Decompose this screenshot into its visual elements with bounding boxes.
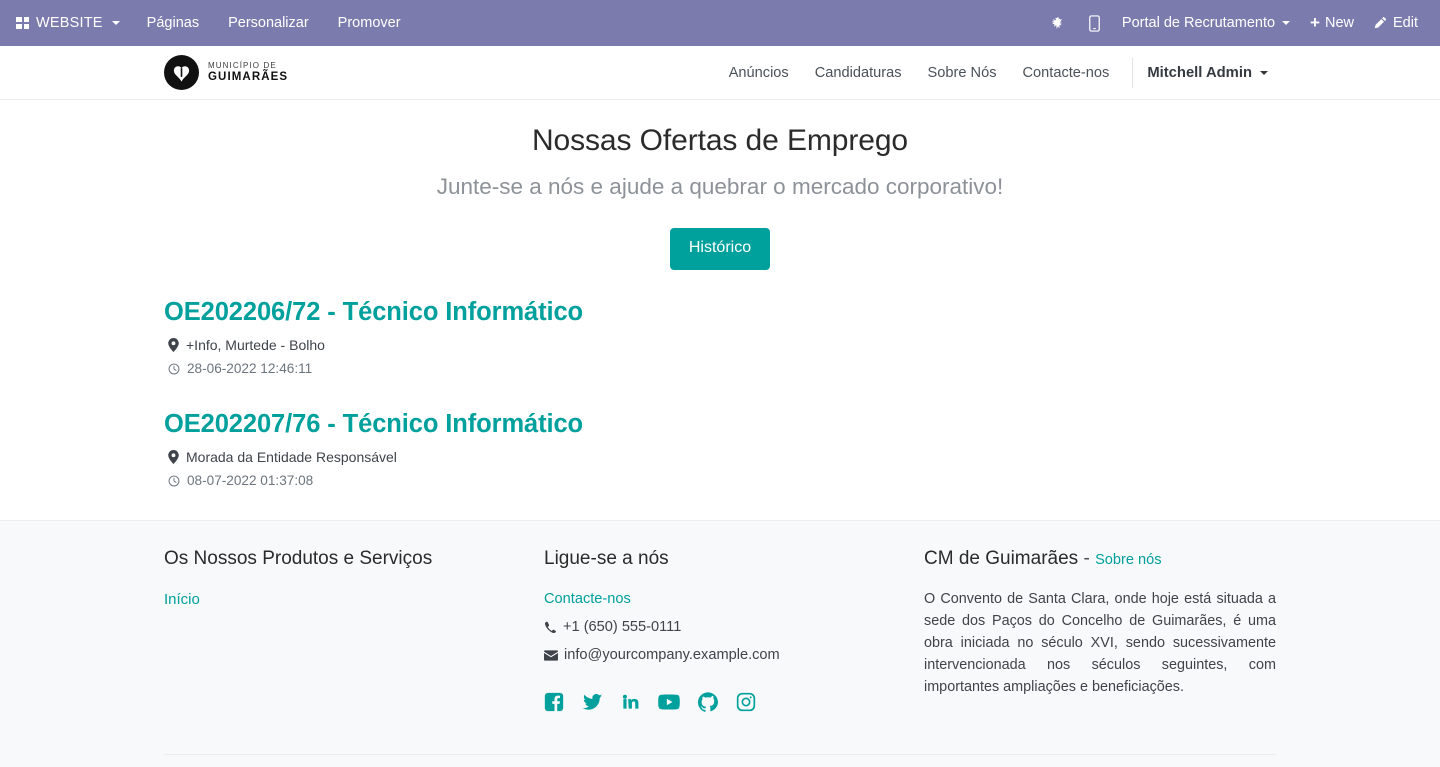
- footer-phone-text: +1 (650) 555-0111: [563, 618, 682, 635]
- systray-right-group: Portal de Recrutamento + New Edit: [1040, 9, 1428, 38]
- youtube-link[interactable]: [658, 693, 680, 711]
- job-location-text: +Info, Murtede - Bolho: [186, 336, 325, 353]
- linkedin-icon: [622, 694, 639, 709]
- job-datetime: 08-07-2022 01:37:08: [168, 471, 1276, 491]
- footer-about-dash: -: [1083, 547, 1090, 569]
- copyright-bar: Copyright © CM de Guimarães Português + …: [164, 753, 1276, 767]
- facebook-icon: [544, 692, 564, 711]
- site-footer: Os Nossos Produtos e Serviços Início Lig…: [0, 519, 1440, 767]
- debug-mode-button[interactable]: [1040, 10, 1077, 37]
- odoo-systray-bar: WEBSITE Páginas Personalizar Promover Po…: [0, 0, 1440, 46]
- nav-item-contacte-nos[interactable]: Contacte-nos: [1010, 46, 1123, 100]
- hero-section: Nossas Ofertas de Emprego Junte-se a nós…: [164, 100, 1276, 201]
- systray-menu-personalizar[interactable]: Personalizar: [218, 9, 319, 37]
- brand-wordmark: MUNICÍPIO DE GUIMARÃES: [208, 60, 289, 84]
- job-listing-item: OE202207/76 - Técnico Informático Morada…: [164, 408, 1276, 491]
- footer-about-body: O Convento de Santa Clara, onde hoje est…: [924, 591, 1276, 696]
- job-location: Morada da Entidade Responsável: [168, 447, 1276, 467]
- brand-line-1: MUNICÍPIO DE: [208, 60, 277, 70]
- systray-left-group: WEBSITE Páginas Personalizar Promover: [10, 9, 411, 37]
- nav-item-candidaturas[interactable]: Candidaturas: [802, 46, 915, 100]
- footer-heading-about: CM de Guimarães - Sobre nós: [924, 547, 1276, 572]
- page-title: Nossas Ofertas de Emprego: [531, 124, 908, 157]
- site-selector-dropdown[interactable]: Portal de Recrutamento: [1112, 9, 1300, 37]
- job-title-link[interactable]: OE202206/72 - Técnico Informático: [164, 296, 1276, 329]
- footer-about-title: CM de Guimarães: [924, 547, 1079, 569]
- job-title-link[interactable]: OE202207/76 - Técnico Informático: [164, 408, 1276, 441]
- footer-column-about: CM de Guimarães - Sobre nós O Convento d…: [924, 547, 1276, 712]
- hero-action-row: Histórico: [164, 227, 1276, 270]
- bug-icon: [1052, 16, 1062, 28]
- job-datetime-text: 08-07-2022 01:37:08: [187, 473, 314, 489]
- envelope-icon: [544, 650, 558, 661]
- apps-menu-toggle[interactable]: WEBSITE: [10, 9, 128, 37]
- nav-item-sobre-nos[interactable]: Sobre Nós: [915, 46, 1010, 100]
- main-navigation: Anúncios Candidaturas Sobre Nós Contacte…: [716, 46, 1276, 99]
- map-pin-icon: [168, 337, 179, 352]
- page-subtitle: Junte-se a nós e ajude a quebrar o merca…: [436, 173, 1004, 199]
- job-location: +Info, Murtede - Bolho: [168, 335, 1276, 355]
- job-listing-item: OE202206/72 - Técnico Informático +Info,…: [164, 296, 1276, 379]
- facebook-link[interactable]: [544, 692, 564, 712]
- job-datetime-text: 28-06-2022 12:46:11: [187, 360, 313, 376]
- clock-icon: [168, 475, 180, 487]
- instagram-link[interactable]: [736, 692, 756, 712]
- footer-link-sobre-nos[interactable]: Sobre nós: [1095, 549, 1162, 572]
- job-location-text: Morada da Entidade Responsável: [186, 448, 397, 465]
- clock-icon: [168, 363, 180, 375]
- linkedin-link[interactable]: [621, 692, 640, 711]
- footer-column-products: Os Nossos Produtos e Serviços Início: [164, 547, 544, 712]
- mobile-preview-button[interactable]: [1077, 9, 1112, 38]
- footer-heading-connect: Ligue-se a nós: [544, 547, 669, 569]
- footer-heading-products: Os Nossos Produtos e Serviços: [164, 547, 433, 569]
- footer-column-connect: Ligue-se a nós Contacte-nos +1 (650) 555…: [544, 547, 924, 712]
- footer-link-contacte-nos[interactable]: Contacte-nos: [544, 588, 631, 611]
- instagram-icon: [736, 692, 756, 711]
- chevron-down-icon: [111, 21, 120, 25]
- content-wrapper: Nossas Ofertas de Emprego Junte-se a nós…: [0, 100, 1440, 491]
- phone-icon: [544, 622, 556, 634]
- user-menu-toggle[interactable]: Mitchell Admin: [1139, 65, 1276, 81]
- footer-link-inicio[interactable]: Início: [164, 588, 200, 612]
- current-app-label: WEBSITE: [36, 15, 103, 31]
- user-menu-label: Mitchell Admin: [1147, 64, 1252, 81]
- nav-item-anuncios[interactable]: Anúncios: [716, 46, 802, 100]
- site-selector-label: Portal de Recrutamento: [1121, 15, 1276, 31]
- github-link[interactable]: [698, 692, 718, 712]
- nav-divider: [1132, 57, 1134, 88]
- historico-button[interactable]: Histórico: [669, 227, 771, 270]
- job-listings: OE202206/72 - Técnico Informático +Info,…: [164, 296, 1276, 491]
- chevron-down-icon: [1282, 21, 1291, 25]
- edit-button[interactable]: Edit: [1364, 9, 1428, 37]
- youtube-icon: [658, 694, 680, 710]
- mobile-preview-icon: [1089, 14, 1100, 32]
- footer-columns: Os Nossos Produtos e Serviços Início Lig…: [164, 547, 1276, 712]
- twitter-link[interactable]: [582, 692, 603, 712]
- footer-email[interactable]: info@yourcompany.example.com: [544, 645, 902, 667]
- social-links: [544, 692, 902, 712]
- site-logo[interactable]: MUNICÍPIO DE GUIMARÃES: [164, 55, 288, 90]
- github-icon: [698, 692, 718, 712]
- map-pin-icon: [168, 449, 179, 464]
- plus-icon: +: [1310, 12, 1320, 32]
- twitter-icon: [582, 693, 603, 710]
- footer-email-text: info@yourcompany.example.com: [564, 646, 780, 663]
- apps-grid-icon: [16, 17, 29, 29]
- new-button-label: New: [1324, 15, 1354, 31]
- pencil-icon: [1374, 17, 1387, 29]
- job-datetime: 28-06-2022 12:46:11: [168, 359, 1276, 379]
- footer-phone[interactable]: +1 (650) 555-0111: [544, 617, 902, 639]
- new-button[interactable]: + New: [1300, 9, 1364, 38]
- systray-menu-promover[interactable]: Promover: [328, 9, 411, 37]
- brand-line-2: GUIMARÃES: [208, 71, 289, 84]
- municipio-heart-logo-icon: [164, 55, 199, 90]
- systray-menu-paginas[interactable]: Páginas: [137, 9, 209, 37]
- page-main: Nossas Ofertas de Emprego Junte-se a nós…: [0, 100, 1440, 767]
- website-header: MUNICÍPIO DE GUIMARÃES Anúncios Candidat…: [0, 46, 1440, 100]
- edit-button-label: Edit: [1393, 15, 1418, 31]
- chevron-down-icon: [1260, 70, 1268, 75]
